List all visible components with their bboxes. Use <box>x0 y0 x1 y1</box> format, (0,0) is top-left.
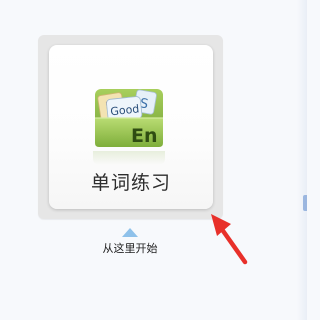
up-triangle-icon <box>122 228 138 237</box>
icon-reflection <box>93 151 165 165</box>
vocabulary-cards-icon: D S Good En <box>95 89 163 147</box>
right-panel-edge <box>297 0 307 320</box>
tile-label: 单词练习 <box>90 172 171 194</box>
start-here-hint: 从这里开始 <box>102 242 158 255</box>
red-arrow-icon <box>211 214 248 265</box>
card-text-en: En <box>131 125 158 147</box>
right-panel-accent <box>303 195 307 211</box>
vocabulary-practice-tile[interactable]: D S Good En 单词练习 <box>49 45 213 209</box>
